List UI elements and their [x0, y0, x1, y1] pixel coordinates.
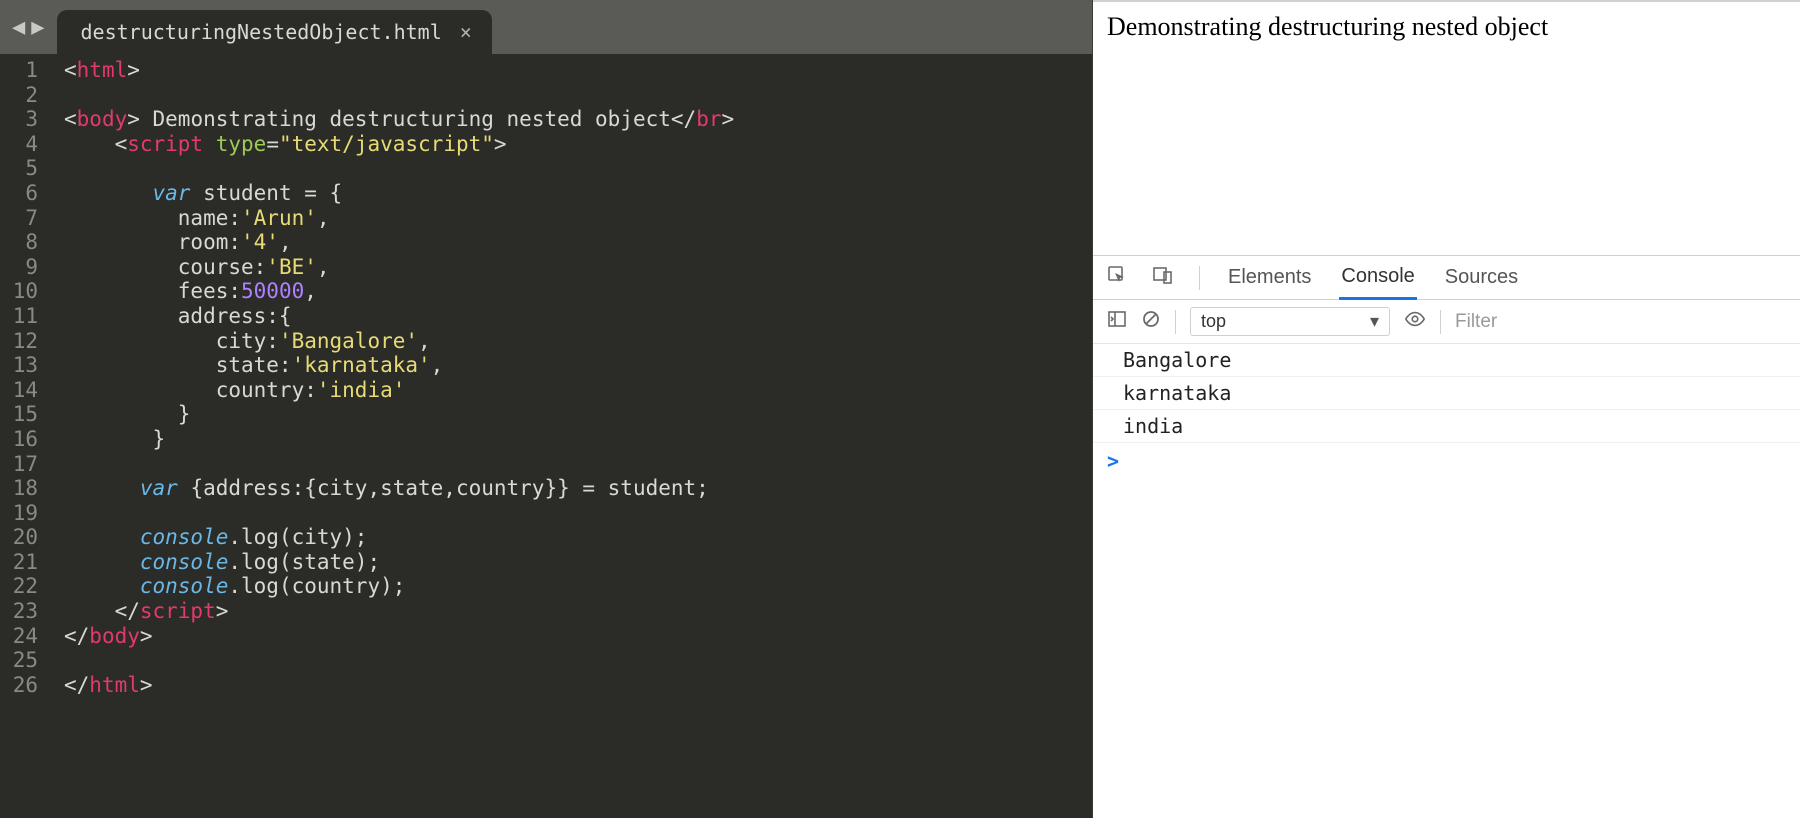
line-number: 5	[0, 156, 38, 181]
code-line: name:'Arun',	[64, 206, 1092, 231]
code-line: var {address:{city,state,country}} = stu…	[64, 476, 1092, 501]
code-line: state:'karnataka',	[64, 353, 1092, 378]
code-line: }	[64, 402, 1092, 427]
line-number: 8	[0, 230, 38, 255]
line-number: 20	[0, 525, 38, 550]
line-number: 1	[0, 58, 38, 83]
file-tab[interactable]: destructuringNestedObject.html ×	[57, 10, 492, 54]
code-line	[64, 156, 1092, 181]
console-line: Bangalore	[1093, 344, 1800, 377]
console-toolbar: top Filter	[1093, 300, 1800, 344]
line-number: 21	[0, 550, 38, 575]
filter-input[interactable]: Filter	[1455, 311, 1497, 333]
close-tab-icon[interactable]: ×	[460, 20, 472, 44]
device-toggle-icon[interactable]	[1153, 265, 1173, 291]
editor-body: 1234567891011121314151617181920212223242…	[0, 54, 1092, 818]
console-output: Bangalorekarnatakaindia>	[1093, 344, 1800, 479]
code-line: <script type="text/javascript">	[64, 132, 1092, 157]
line-number: 26	[0, 673, 38, 698]
line-number: 15	[0, 402, 38, 427]
line-number: 22	[0, 574, 38, 599]
code-line: console.log(state);	[64, 550, 1092, 575]
line-number: 18	[0, 476, 38, 501]
separator	[1175, 310, 1176, 334]
tab-sources[interactable]: Sources	[1443, 266, 1520, 289]
code-line: <body> Demonstrating destructuring neste…	[64, 107, 1092, 132]
line-number: 9	[0, 255, 38, 280]
console-line: karnataka	[1093, 377, 1800, 410]
code-line	[64, 648, 1092, 673]
code-line: room:'4',	[64, 230, 1092, 255]
page-text: Demonstrating destructuring nested objec…	[1107, 12, 1548, 41]
live-expression-icon[interactable]	[1404, 308, 1426, 336]
line-number: 14	[0, 378, 38, 403]
code-line: }	[64, 427, 1092, 452]
context-selector[interactable]: top	[1190, 307, 1390, 336]
line-number: 6	[0, 181, 38, 206]
code-line: console.log(city);	[64, 525, 1092, 550]
line-number: 4	[0, 132, 38, 157]
line-number: 3	[0, 107, 38, 132]
line-number: 16	[0, 427, 38, 452]
nav-forward-icon[interactable]: ▶	[31, 15, 44, 40]
clear-console-icon[interactable]	[1141, 309, 1161, 335]
line-number: 10	[0, 279, 38, 304]
tab-bar: ◀ ▶ destructuringNestedObject.html ×	[0, 0, 1092, 54]
code-line: <html>	[64, 58, 1092, 83]
code-line: fees:50000,	[64, 279, 1092, 304]
code-line	[64, 83, 1092, 108]
separator	[1440, 310, 1441, 334]
tab-console[interactable]: Console	[1339, 256, 1416, 300]
console-line: india	[1093, 410, 1800, 443]
devtools-tabs: Elements Console Sources	[1093, 256, 1800, 300]
line-number: 23	[0, 599, 38, 624]
inspect-icon[interactable]	[1107, 265, 1127, 291]
line-number: 7	[0, 206, 38, 231]
code-line: var student = {	[64, 181, 1092, 206]
nav-arrows: ◀ ▶	[0, 0, 57, 54]
line-number: 19	[0, 501, 38, 526]
code-line: </script>	[64, 599, 1092, 624]
nav-back-icon[interactable]: ◀	[12, 15, 25, 40]
line-number: 11	[0, 304, 38, 329]
code-line: address:{	[64, 304, 1092, 329]
devtools: Elements Console Sources top	[1093, 255, 1800, 818]
line-number: 13	[0, 353, 38, 378]
line-number: 2	[0, 83, 38, 108]
page-content: Demonstrating destructuring nested objec…	[1093, 0, 1800, 255]
line-number: 17	[0, 452, 38, 477]
code-line: </html>	[64, 673, 1092, 698]
console-prompt[interactable]: >	[1093, 443, 1800, 479]
console-sidebar-icon[interactable]	[1107, 309, 1127, 335]
code-line: course:'BE',	[64, 255, 1092, 280]
code-line: city:'Bangalore',	[64, 329, 1092, 354]
line-number-gutter: 1234567891011121314151617181920212223242…	[0, 58, 48, 818]
code-line: console.log(country);	[64, 574, 1092, 599]
line-number: 25	[0, 648, 38, 673]
line-number: 12	[0, 329, 38, 354]
code-line	[64, 501, 1092, 526]
code-line	[64, 452, 1092, 477]
code-area[interactable]: <html> <body> Demonstrating destructurin…	[48, 58, 1092, 818]
line-number: 24	[0, 624, 38, 649]
browser-pane: Demonstrating destructuring nested objec…	[1092, 0, 1800, 818]
tab-elements[interactable]: Elements	[1226, 266, 1313, 289]
editor-pane: ◀ ▶ destructuringNestedObject.html × 123…	[0, 0, 1092, 818]
code-line: country:'india'	[64, 378, 1092, 403]
tab-title: destructuringNestedObject.html	[81, 20, 442, 44]
separator	[1199, 266, 1200, 290]
code-line: </body>	[64, 624, 1092, 649]
